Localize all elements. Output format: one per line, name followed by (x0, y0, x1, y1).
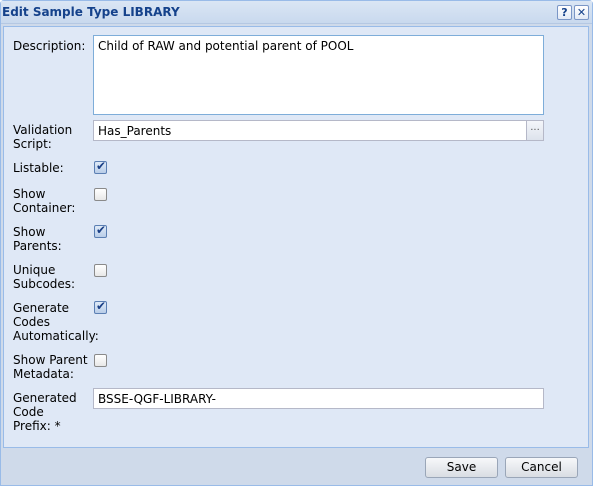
generate-codes-checkbox[interactable]: ✔ (94, 299, 107, 314)
edit-sample-type-dialog: Edit Sample Type LIBRARY ? ✕ Description… (0, 0, 593, 486)
save-button[interactable]: Save (425, 457, 498, 478)
help-icon[interactable]: ? (557, 5, 572, 20)
check-icon: ✔ (96, 159, 107, 173)
generate-codes-label-line3: Automatically: (13, 329, 99, 343)
dialog-titlebar[interactable]: Edit Sample Type LIBRARY ? ✕ (1, 1, 592, 24)
show-container-checkbox[interactable] (94, 188, 107, 201)
description-label: Description: (13, 39, 86, 53)
code-prefix-label: Generated Code Prefix: * (13, 391, 77, 433)
show-parent-metadata-checkbox[interactable] (94, 354, 107, 367)
dialog-title: Edit Sample Type LIBRARY (2, 5, 180, 19)
show-parents-checkbox[interactable]: ✔ (94, 223, 107, 238)
description-textarea[interactable]: Child of RAW and potential parent of POO… (93, 35, 544, 115)
show-parents-label: Show Parents: (13, 225, 62, 253)
show-parent-metadata-label-line1: Show Parent (13, 353, 88, 367)
code-prefix-label-line2: Code (13, 405, 44, 419)
show-container-label: Show Container: (13, 187, 75, 215)
generate-codes-label: Generate Codes Automatically: (13, 301, 99, 343)
show-parent-metadata-label-line2: Metadata: (13, 367, 74, 381)
browse-trigger-icon[interactable]: ... (526, 121, 543, 140)
validation-script-label-line1: Validation (13, 123, 73, 137)
generate-codes-label-line2: Codes (13, 315, 50, 329)
listable-checkbox[interactable]: ✔ (94, 159, 107, 174)
code-prefix-label-line1: Generated (13, 391, 77, 405)
close-icon[interactable]: ✕ (574, 5, 589, 20)
code-prefix-label-line3: Prefix: * (13, 419, 61, 433)
cancel-button[interactable]: Cancel (505, 457, 578, 478)
form-panel: Description: Child of RAW and potential … (3, 26, 589, 448)
validation-script-label-line2: Script: (13, 137, 52, 151)
validation-script-value: Has_Parents (98, 124, 172, 138)
unique-subcodes-checkbox[interactable] (94, 264, 107, 277)
generate-codes-label-line1: Generate (13, 301, 70, 315)
show-container-label-line1: Show (13, 187, 46, 201)
show-parents-label-line1: Show (13, 225, 46, 239)
show-parents-label-line2: Parents: (13, 239, 62, 253)
check-icon: ✔ (96, 223, 107, 237)
validation-script-combo[interactable]: Has_Parents ... (93, 120, 544, 141)
show-parent-metadata-label: Show Parent Metadata: (13, 353, 88, 381)
validation-script-label: Validation Script: (13, 123, 72, 151)
unique-subcodes-label: Unique Subcodes: (13, 263, 75, 291)
check-icon: ✔ (96, 299, 107, 313)
listable-label: Listable: (13, 161, 64, 175)
unique-subcodes-label-line2: Subcodes: (13, 277, 76, 291)
show-container-label-line2: Container: (13, 201, 76, 215)
unique-subcodes-label-line1: Unique (13, 263, 56, 277)
code-prefix-input[interactable]: BSSE-QGF-LIBRARY- (93, 388, 544, 409)
